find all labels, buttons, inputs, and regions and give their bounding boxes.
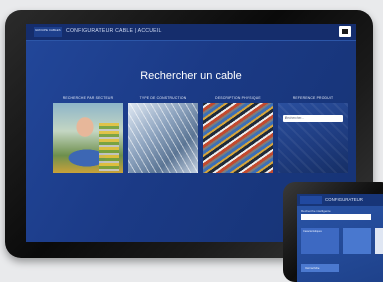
- secondary-button-label: Voir la fiche: [305, 266, 320, 270]
- secondary-header: CONFIGURATEUR: [297, 194, 383, 206]
- secondary-header-title: CONFIGURATEUR: [325, 197, 363, 202]
- secondary-search-input[interactable]: [301, 214, 371, 220]
- secondary-field-label: Recherche intelligente: [301, 209, 331, 213]
- search-panel: Rechercher... ▾: [278, 103, 348, 173]
- secondary-block[interactable]: [375, 228, 383, 254]
- category-label: RECHERCHE PAR SECTEUR: [62, 96, 114, 100]
- reference-search-input[interactable]: Rechercher... ▾: [283, 115, 343, 122]
- category-sector[interactable]: RECHERCHE PAR SECTEUR: [53, 96, 123, 176]
- technician-photo[interactable]: [53, 103, 123, 173]
- secondary-block-label: Caracteristiques: [303, 230, 322, 233]
- secondary-view-button[interactable]: Voir la fiche: [301, 264, 339, 272]
- header-title: CONFIGURATEUR CABLE | ACCUEIL: [66, 28, 162, 34]
- page-title: Rechercher un cable: [140, 70, 242, 82]
- category-label: TYPE DE CONSTRUCTION: [139, 96, 187, 100]
- chevron-down-icon[interactable]: ▾: [285, 116, 341, 121]
- category-construction[interactable]: TYPE DE CONSTRUCTION: [128, 96, 198, 176]
- secondary-block[interactable]: Caracteristiques: [301, 228, 339, 254]
- square-menu-icon[interactable]: [339, 26, 351, 37]
- category-physical[interactable]: DESCRIPTION PHYSIQUE: [203, 96, 273, 176]
- category-label: REFERENCE PRODUIT: [292, 96, 334, 100]
- secondary-block[interactable]: [343, 228, 371, 254]
- brand-logo[interactable]: GROUPE CABLES: [34, 27, 62, 37]
- app-header: GROUPE CABLES CONFIGURATEUR CABLE | ACCU…: [26, 24, 356, 41]
- secondary-brand-logo: [300, 196, 322, 204]
- building-photo[interactable]: [128, 103, 198, 173]
- secondary-screen: CONFIGURATEUR Recherche intelligente Car…: [297, 194, 383, 282]
- cables-photo[interactable]: [203, 103, 273, 173]
- category-reference[interactable]: REFERENCE PRODUIT Rechercher... ▾: [278, 96, 348, 176]
- category-label: DESCRIPTION PHYSIQUE: [215, 96, 261, 100]
- secondary-tablet-frame: CONFIGURATEUR Recherche intelligente Car…: [283, 182, 383, 282]
